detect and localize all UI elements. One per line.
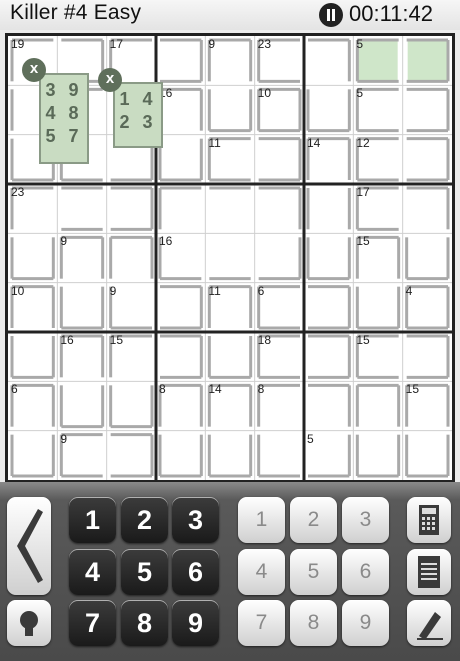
note-bubble-2: 1 4 2 3 <box>113 82 163 148</box>
cage-sum-label: 9 <box>60 234 68 249</box>
number-button-5[interactable]: 5 <box>121 549 168 595</box>
cage-sum-label: 15 <box>405 382 420 397</box>
notepad-icon <box>418 556 440 588</box>
cage-sum-label: 16 <box>159 234 173 249</box>
back-arrow-button[interactable] <box>7 497 51 595</box>
number-button-8[interactable]: 8 <box>121 600 168 646</box>
timer: 00:11:42 <box>349 1 434 26</box>
hint-bulb-icon <box>20 611 38 636</box>
cage-sum-label: 15 <box>356 333 370 347</box>
pencil-mark-button-4[interactable]: 4 <box>238 549 285 595</box>
cage-sum-label: 17 <box>356 185 370 199</box>
close-note-2-icon[interactable]: x <box>98 68 122 92</box>
cage-sum-label: 17 <box>109 37 124 51</box>
number-button-3[interactable]: 3 <box>172 497 219 543</box>
cage-sum-label: 5 <box>356 37 364 51</box>
cage-sum-label: 4 <box>405 283 413 298</box>
number-button-2[interactable]: 2 <box>121 497 168 543</box>
number-button-9[interactable]: 9 <box>172 600 219 646</box>
note-line: 2 3 <box>119 112 157 132</box>
cage-sum-label: 5 <box>356 86 364 101</box>
note-line: 3 9 <box>45 80 83 100</box>
note-line: 1 4 <box>119 89 157 109</box>
cage-sum-label: 15 <box>356 234 370 249</box>
pencil-mark-button-3[interactable]: 3 <box>342 497 389 543</box>
cage-sum-label: 8 <box>159 382 166 397</box>
header-bar: Killer #4 Easy 00:11:42 <box>0 0 460 30</box>
number-button-1[interactable]: 1 <box>69 497 116 543</box>
cage-sum-label: 5 <box>307 431 314 446</box>
cage-sum-label: 9 <box>60 431 68 446</box>
pencil-mark-button-9[interactable]: 9 <box>342 600 389 646</box>
notepad-button[interactable] <box>407 549 451 595</box>
pencil-mark-button-8[interactable]: 8 <box>290 600 337 646</box>
cage-sum-label: 12 <box>356 135 370 150</box>
pencil-mark-button-7[interactable]: 7 <box>238 600 285 646</box>
highlighted-cell <box>358 41 398 81</box>
highlighted-cell <box>407 41 447 81</box>
keypad: 123456789123456789 <box>0 482 460 661</box>
cage-sum-label: 14 <box>208 382 222 397</box>
number-button-7[interactable]: 7 <box>69 600 116 646</box>
eraser-icon <box>417 612 443 640</box>
cage-sum-label: 9 <box>109 283 117 298</box>
pencil-mark-button-6[interactable]: 6 <box>342 549 389 595</box>
cage-sum-label: 14 <box>307 135 321 150</box>
note-line: 5 7 <box>45 126 83 146</box>
pause-icon[interactable] <box>319 3 343 27</box>
cage-sum-label: 23 <box>11 185 25 199</box>
eraser-button[interactable] <box>407 600 451 646</box>
sudoku-board[interactable]: 19 17 9 23 5 16 10 5 11 14 12 23 17 9 16 15 10 9 11 6 4 16 15 1… <box>5 33 455 483</box>
hint-button[interactable] <box>7 600 51 646</box>
cage-sum-label: 16 <box>60 333 74 347</box>
cage-sum-label: 10 <box>11 283 25 298</box>
note-bubble-1: 3 9 4 8 5 7 <box>39 73 89 164</box>
pencil-mark-button-1[interactable]: 1 <box>238 497 285 543</box>
cage-sum-label: 6 <box>257 283 265 298</box>
cage-sum-label: 11 <box>208 135 221 150</box>
cage-sum-label: 23 <box>257 37 272 51</box>
cage-sum-label: 10 <box>257 86 272 101</box>
pencil-mark-button-5[interactable]: 5 <box>290 549 337 595</box>
cage-sum-label: 6 <box>11 382 18 397</box>
cage-sum-label: 8 <box>257 382 265 397</box>
calculator-icon <box>419 505 439 535</box>
pencil-mark-button-2[interactable]: 2 <box>290 497 337 543</box>
back-arrow-icon <box>17 509 43 583</box>
cage-sum-label: 19 <box>11 37 25 51</box>
cage-sum-label: 9 <box>208 37 216 51</box>
close-note-1-icon[interactable]: x <box>22 58 46 82</box>
number-button-6[interactable]: 6 <box>172 549 219 595</box>
puzzle-title: Killer #4 Easy <box>10 1 142 24</box>
cage-sum-label: 11 <box>208 283 221 298</box>
number-button-4[interactable]: 4 <box>69 549 116 595</box>
cage-sum-label: 15 <box>109 333 124 347</box>
cage-sum-label: 18 <box>257 333 272 347</box>
calculator-button[interactable] <box>407 497 451 543</box>
note-line: 4 8 <box>45 103 83 123</box>
